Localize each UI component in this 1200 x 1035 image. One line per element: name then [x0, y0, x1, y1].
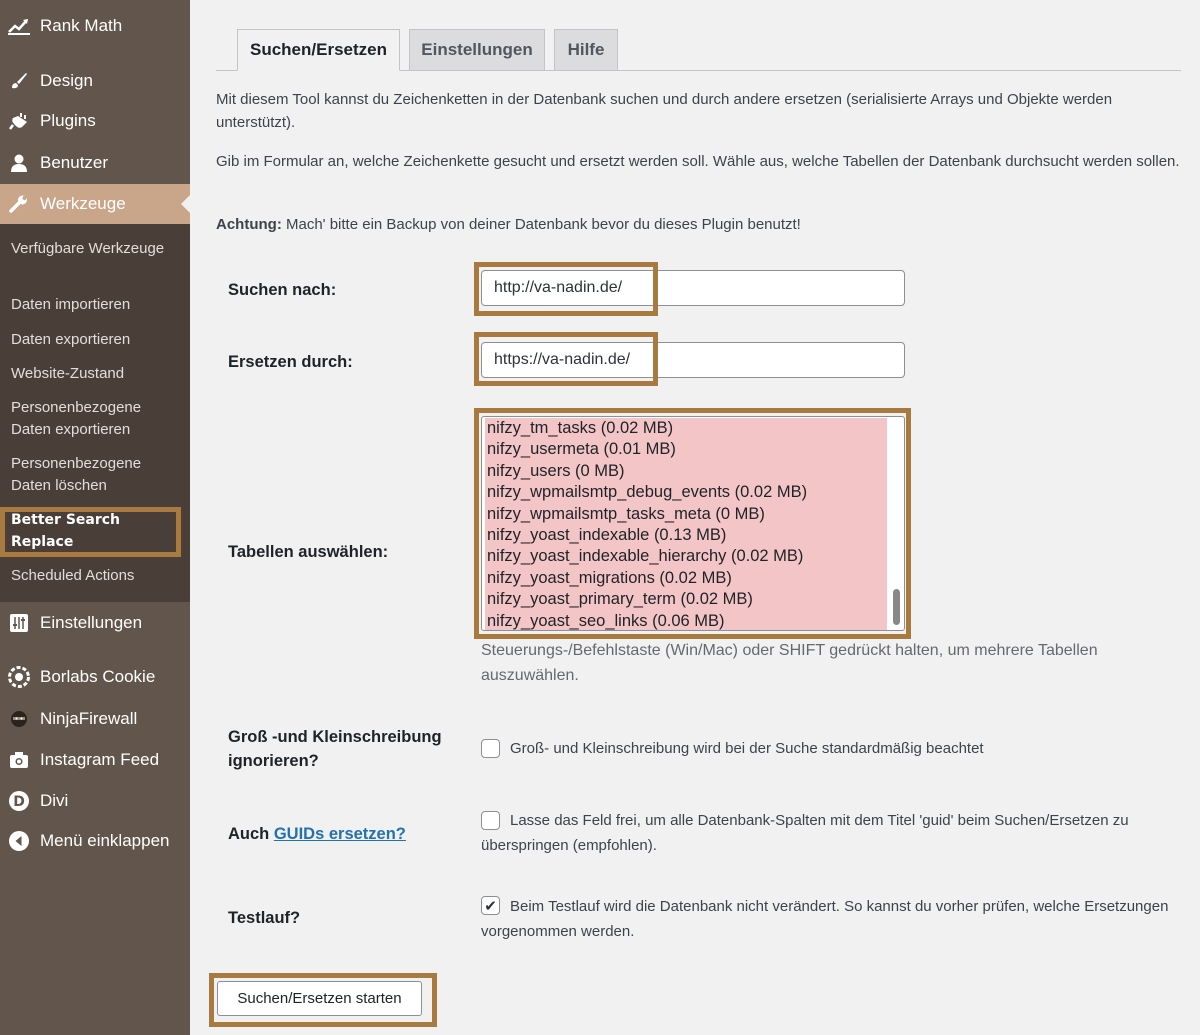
divi-icon: D — [6, 788, 32, 814]
table-option[interactable]: nifzy_yoast_indexable (0.13 MB) — [487, 525, 726, 546]
svg-text:D: D — [13, 794, 25, 810]
submenu-item-scheduled-actions[interactable]: Scheduled Actions — [11, 565, 181, 587]
menu-item-divi[interactable]: D Divi — [0, 781, 190, 821]
submenu-item-verfuegbare-werkzeuge[interactable]: Verfügbare Werkzeuge — [11, 238, 181, 260]
dry-run-description: Beim Testlauf wird die Datenbank nicht v… — [481, 898, 1169, 940]
search-input-value: http://va-nadin.de/ — [494, 279, 623, 296]
admin-sidebar: Rank Math Design Plugins Benutzer Werkze… — [0, 0, 190, 1035]
menu-label: Werkzeuge — [40, 194, 126, 213]
guid-label: Auch GUIDs ersetzen? — [228, 822, 406, 846]
menu-item-plugins[interactable]: Plugins — [0, 101, 190, 141]
table-option[interactable]: nifzy_yoast_migrations (0.02 MB) — [487, 568, 732, 589]
selected-options: nifzy_tm_tasks (0.02 MB) nifzy_usermeta … — [485, 418, 887, 630]
menu-label: Design — [40, 71, 93, 90]
replace-input[interactable]: https://va-nadin.de/ — [481, 342, 905, 378]
case-checkbox[interactable] — [481, 739, 500, 758]
tab-hilfe[interactable]: Hilfe — [554, 29, 618, 71]
case-description: Groß- und Kleinschreibung wird bei der S… — [510, 740, 984, 757]
menu-item-borlabs-cookie[interactable]: Borlabs Cookie — [0, 657, 190, 697]
submenu-item-better-search-replace[interactable]: Better Search Replace — [11, 509, 151, 553]
wrench-icon — [6, 191, 32, 217]
tab-einstellungen[interactable]: Einstellungen — [409, 29, 545, 71]
paintbrush-icon — [6, 68, 32, 94]
rank-math-icon — [6, 13, 32, 39]
tables-label: Tabellen auswählen: — [228, 543, 389, 561]
search-input[interactable]: http://va-nadin.de/ — [481, 270, 905, 306]
menu-item-benutzer[interactable]: Benutzer — [0, 143, 190, 183]
replace-label: Ersetzen durch: — [228, 353, 353, 371]
tables-scrollbar-thumb[interactable] — [893, 589, 900, 625]
menu-item-design[interactable]: Design — [0, 61, 190, 101]
menu-label: Einstellungen — [40, 613, 143, 632]
backup-warning: Achtung: Mach' bitte ein Backup von dein… — [216, 213, 1181, 236]
menu-label: Instagram Feed — [40, 750, 160, 769]
cookie-icon — [6, 664, 32, 690]
warning-label: Achtung: — [216, 216, 282, 233]
table-option[interactable]: nifzy_tm_tasks (0.02 MB) — [487, 418, 673, 439]
camera-icon — [6, 747, 32, 773]
menu-label: Plugins — [40, 111, 96, 130]
collapse-arrow-icon — [6, 828, 32, 854]
menu-label: Divi — [40, 791, 69, 810]
menu-label: Menü einklappen — [40, 831, 170, 850]
submenu-item-personendaten-loeschen[interactable]: Personenbezogene Daten löschen — [11, 453, 181, 497]
sliders-icon — [6, 610, 32, 636]
table-option[interactable]: nifzy_yoast_indexable_hierarchy (0.02 MB… — [487, 546, 803, 567]
search-label: Suchen nach: — [228, 281, 337, 299]
menu-label: Borlabs Cookie — [40, 667, 156, 686]
ninja-icon — [6, 706, 32, 732]
submenu-item-daten-importieren[interactable]: Daten importieren — [11, 294, 181, 316]
dry-run-label: Testlauf? — [228, 909, 301, 927]
menu-item-einstellungen[interactable]: Einstellungen — [0, 603, 190, 643]
table-option[interactable]: nifzy_wpmailsmtp_tasks_meta (0 MB) — [487, 504, 765, 525]
instruction-paragraph: Gib im Formular an, welche Zeichenkette … — [216, 153, 1180, 170]
plug-icon — [6, 108, 32, 134]
menu-label: Benutzer — [40, 153, 109, 172]
menu-item-ninjafirewall[interactable]: NinjaFirewall — [0, 699, 190, 739]
start-search-replace-button[interactable]: Suchen/Ersetzen starten — [217, 981, 422, 1016]
guid-label-prefix: Auch — [228, 825, 274, 843]
tab-suchen-ersetzen[interactable]: Suchen/Ersetzen — [237, 29, 400, 71]
warning-text: Mach' bitte ein Backup von deiner Datenb… — [281, 216, 801, 233]
table-option[interactable]: nifzy_yoast_seo_links (0.06 MB) — [487, 611, 725, 631]
tables-help-text: Steuerungs-/Befehlstaste (Win/Mac) oder … — [481, 642, 1098, 684]
case-label: Groß -und Kleinschreibung ignorieren? — [228, 728, 442, 770]
tables-multiselect[interactable]: nifzy_tm_tasks (0.02 MB) nifzy_usermeta … — [481, 416, 905, 631]
submenu-item-personendaten-exportieren[interactable]: Personenbezogene Daten exportieren — [11, 397, 181, 441]
menu-item-instagram-feed[interactable]: Instagram Feed — [0, 740, 190, 780]
menu-label: Rank Math — [40, 16, 123, 35]
table-option[interactable]: nifzy_wpmailsmtp_debug_events (0.02 MB) — [487, 482, 807, 503]
menu-item-werkzeuge[interactable]: Werkzeuge — [0, 184, 190, 224]
user-icon — [6, 150, 32, 176]
replace-input-value: https://va-nadin.de/ — [494, 351, 631, 368]
submenu-item-website-zustand[interactable]: Website-Zustand — [11, 363, 181, 385]
guid-description: Lasse das Feld frei, um alle Datenbank-S… — [481, 812, 1129, 854]
table-option[interactable]: nifzy_yoast_primary_term (0.02 MB) — [487, 589, 753, 610]
menu-label: NinjaFirewall — [40, 709, 138, 728]
guid-help-link[interactable]: GUIDs ersetzen? — [274, 825, 406, 843]
werkzeuge-submenu: Verfügbare Werkzeuge Daten importieren D… — [0, 224, 190, 602]
submenu-item-daten-exportieren[interactable]: Daten exportieren — [11, 329, 181, 351]
main-content: Suchen/Ersetzen Einstellungen Hilfe Mit … — [190, 0, 1200, 1035]
table-option[interactable]: nifzy_users (0 MB) — [487, 461, 625, 482]
menu-item-collapse[interactable]: Menü einklappen — [0, 821, 190, 861]
table-option[interactable]: nifzy_usermeta (0.01 MB) — [487, 439, 676, 460]
menu-item-rank-math[interactable]: Rank Math — [0, 6, 190, 46]
intro-paragraph: Mit diesem Tool kannst du Zeichenketten … — [216, 91, 1113, 131]
